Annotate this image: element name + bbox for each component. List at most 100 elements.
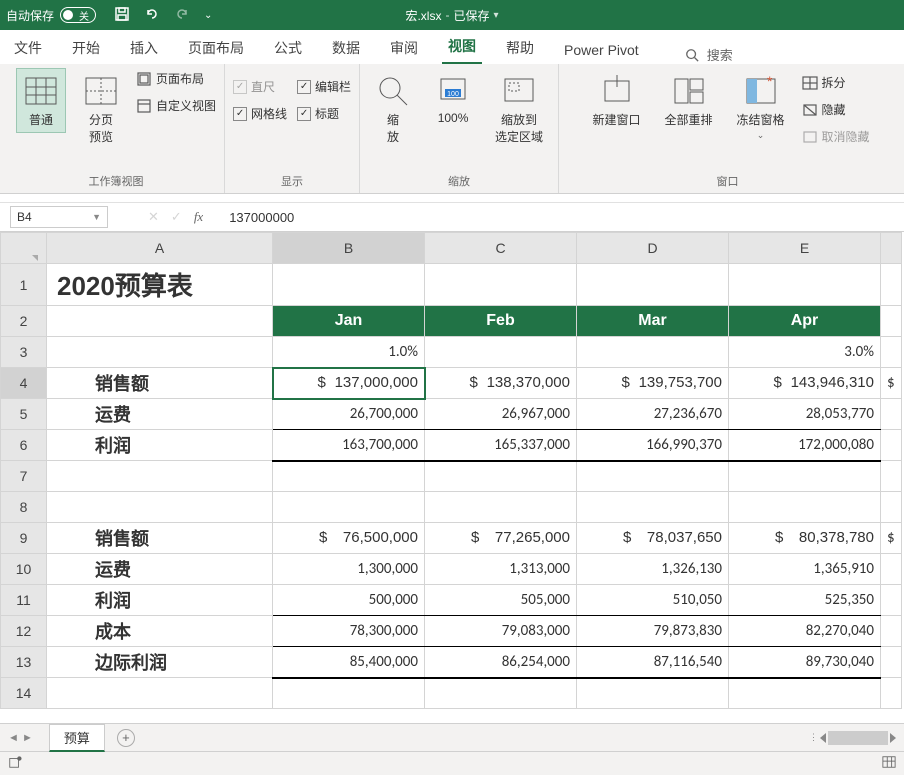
arrange-all-button[interactable]: 全部重排 xyxy=(658,68,720,133)
row-header[interactable]: 13 xyxy=(1,647,47,678)
new-window-button[interactable]: 新建窗口 xyxy=(586,68,648,133)
undo-icon[interactable] xyxy=(144,6,160,25)
page-layout-button[interactable]: 页面布局 xyxy=(136,68,216,89)
cell[interactable]: Jan xyxy=(273,306,425,337)
cell[interactable]: 28,053,770 xyxy=(729,399,881,430)
autosave-toggle[interactable]: 自动保存 关 xyxy=(6,7,96,24)
col-header-B[interactable]: B xyxy=(273,233,425,264)
cell[interactable]: 500,000 xyxy=(273,585,425,616)
cell[interactable]: 78,300,000 xyxy=(273,616,425,647)
row-header[interactable]: 11 xyxy=(1,585,47,616)
row-header[interactable]: 3 xyxy=(1,337,47,368)
row-header[interactable]: 10 xyxy=(1,554,47,585)
spreadsheet-grid[interactable]: A B C D E 12020预算表 2 Jan Feb Mar Apr 31.… xyxy=(0,232,904,723)
row-header[interactable]: 12 xyxy=(1,616,47,647)
document-title[interactable]: 宏.xlsx - 已保存 ▾ xyxy=(405,7,498,24)
cell[interactable] xyxy=(47,306,273,337)
cell[interactable]: Feb xyxy=(425,306,577,337)
tab-formulas[interactable]: 公式 xyxy=(268,32,308,64)
cell[interactable]: $ 139,753,700 xyxy=(577,368,729,399)
name-box[interactable]: B4▼ xyxy=(10,206,108,228)
tab-view[interactable]: 视图 xyxy=(442,30,482,64)
cell[interactable]: 505,000 xyxy=(425,585,577,616)
tab-home[interactable]: 开始 xyxy=(66,32,106,64)
cell[interactable]: $ xyxy=(881,368,902,399)
select-all-corner[interactable] xyxy=(1,233,47,264)
cell[interactable]: $ 138,370,000 xyxy=(425,368,577,399)
hide-button[interactable]: 隐藏 xyxy=(802,99,870,120)
zoom-selection-button[interactable]: 缩放到 选定区域 xyxy=(488,68,550,150)
cell[interactable]: 525,350 xyxy=(729,585,881,616)
cell[interactable]: 79,083,000 xyxy=(425,616,577,647)
cell[interactable]: 2020预算表 xyxy=(47,264,273,306)
record-macro-icon[interactable] xyxy=(8,755,22,772)
formula-bar-checkbox[interactable]: ✓编辑栏 xyxy=(297,76,351,97)
cell[interactable]: 1,313,000 xyxy=(425,554,577,585)
cell[interactable]: 79,873,830 xyxy=(577,616,729,647)
add-sheet-button[interactable]: + xyxy=(117,729,135,747)
cell[interactable]: 510,050 xyxy=(577,585,729,616)
cell[interactable]: 1.0% xyxy=(273,337,425,368)
cell[interactable]: 1,365,910 xyxy=(729,554,881,585)
cell[interactable]: 166,990,370 xyxy=(577,430,729,461)
sheet-nav-buttons[interactable]: ◄ ► xyxy=(8,732,33,744)
zoom-button[interactable]: 缩 放 xyxy=(368,68,418,150)
cell[interactable]: 利润 xyxy=(47,430,273,461)
tab-review[interactable]: 审阅 xyxy=(384,32,424,64)
col-header-A[interactable]: A xyxy=(47,233,273,264)
tab-data[interactable]: 数据 xyxy=(326,32,366,64)
cell[interactable]: 运费 xyxy=(47,554,273,585)
gridlines-checkbox[interactable]: ✓网格线 xyxy=(233,103,287,124)
cell-B4-active[interactable]: $ 137,000,000 xyxy=(273,368,425,399)
normal-view-button[interactable]: 普通 xyxy=(16,68,66,133)
cell[interactable]: 销售额 xyxy=(47,523,273,554)
redo-icon[interactable] xyxy=(174,6,190,25)
cell[interactable]: 边际利润 xyxy=(47,647,273,678)
horizontal-scrollbar[interactable]: ⋮ xyxy=(809,731,896,745)
split-button[interactable]: 拆分 xyxy=(802,72,870,93)
cell[interactable]: 1,326,130 xyxy=(577,554,729,585)
cell[interactable]: 165,337,000 xyxy=(425,430,577,461)
cell[interactable]: $ 80,378,780 xyxy=(729,523,881,554)
col-header-D[interactable]: D xyxy=(577,233,729,264)
view-normal-icon[interactable] xyxy=(882,755,896,772)
cell[interactable]: Apr xyxy=(729,306,881,337)
cell[interactable]: 86,254,000 xyxy=(425,647,577,678)
cell[interactable]: Mar xyxy=(577,306,729,337)
ruler-checkbox[interactable]: ✓直尺 xyxy=(233,76,287,97)
cell[interactable]: 利润 xyxy=(47,585,273,616)
tab-powerpivot[interactable]: Power Pivot xyxy=(558,36,645,64)
cell[interactable]: $ 77,265,000 xyxy=(425,523,577,554)
col-header-E[interactable]: E xyxy=(729,233,881,264)
col-header-F[interactable] xyxy=(881,233,902,264)
cell[interactable]: $ 143,946,310 xyxy=(729,368,881,399)
tab-insert[interactable]: 插入 xyxy=(124,32,164,64)
tab-file[interactable]: 文件 xyxy=(8,32,48,64)
row-header[interactable]: 7 xyxy=(1,461,47,492)
custom-views-button[interactable]: 自定义视图 xyxy=(136,95,216,116)
cell[interactable]: 3.0% xyxy=(729,337,881,368)
cell[interactable]: 26,700,000 xyxy=(273,399,425,430)
cell[interactable]: 89,730,040 xyxy=(729,647,881,678)
tell-me-search[interactable]: 搜索 xyxy=(685,45,733,64)
fx-icon[interactable]: fx xyxy=(194,209,203,225)
tab-help[interactable]: 帮助 xyxy=(500,32,540,64)
cell[interactable]: 成本 xyxy=(47,616,273,647)
cell[interactable]: 26,967,000 xyxy=(425,399,577,430)
cell[interactable]: 87,116,540 xyxy=(577,647,729,678)
cell[interactable]: $ xyxy=(881,523,902,554)
tab-layout[interactable]: 页面布局 xyxy=(182,32,250,64)
cell[interactable]: 1,300,000 xyxy=(273,554,425,585)
freeze-panes-button[interactable]: * 冻结窗格 ⌄ xyxy=(730,68,792,146)
row-header[interactable]: 14 xyxy=(1,678,47,709)
headings-checkbox[interactable]: ✓标题 xyxy=(297,103,351,124)
cell[interactable]: 销售额 xyxy=(47,368,273,399)
cell[interactable]: 85,400,000 xyxy=(273,647,425,678)
row-header[interactable]: 9 xyxy=(1,523,47,554)
save-icon[interactable] xyxy=(114,6,130,25)
cell[interactable]: 运费 xyxy=(47,399,273,430)
row-header[interactable]: 6 xyxy=(1,430,47,461)
cell[interactable]: $ 76,500,000 xyxy=(273,523,425,554)
formula-bar[interactable]: 137000000 xyxy=(203,210,904,225)
sheet-tab-active[interactable]: 预算 xyxy=(49,724,105,752)
